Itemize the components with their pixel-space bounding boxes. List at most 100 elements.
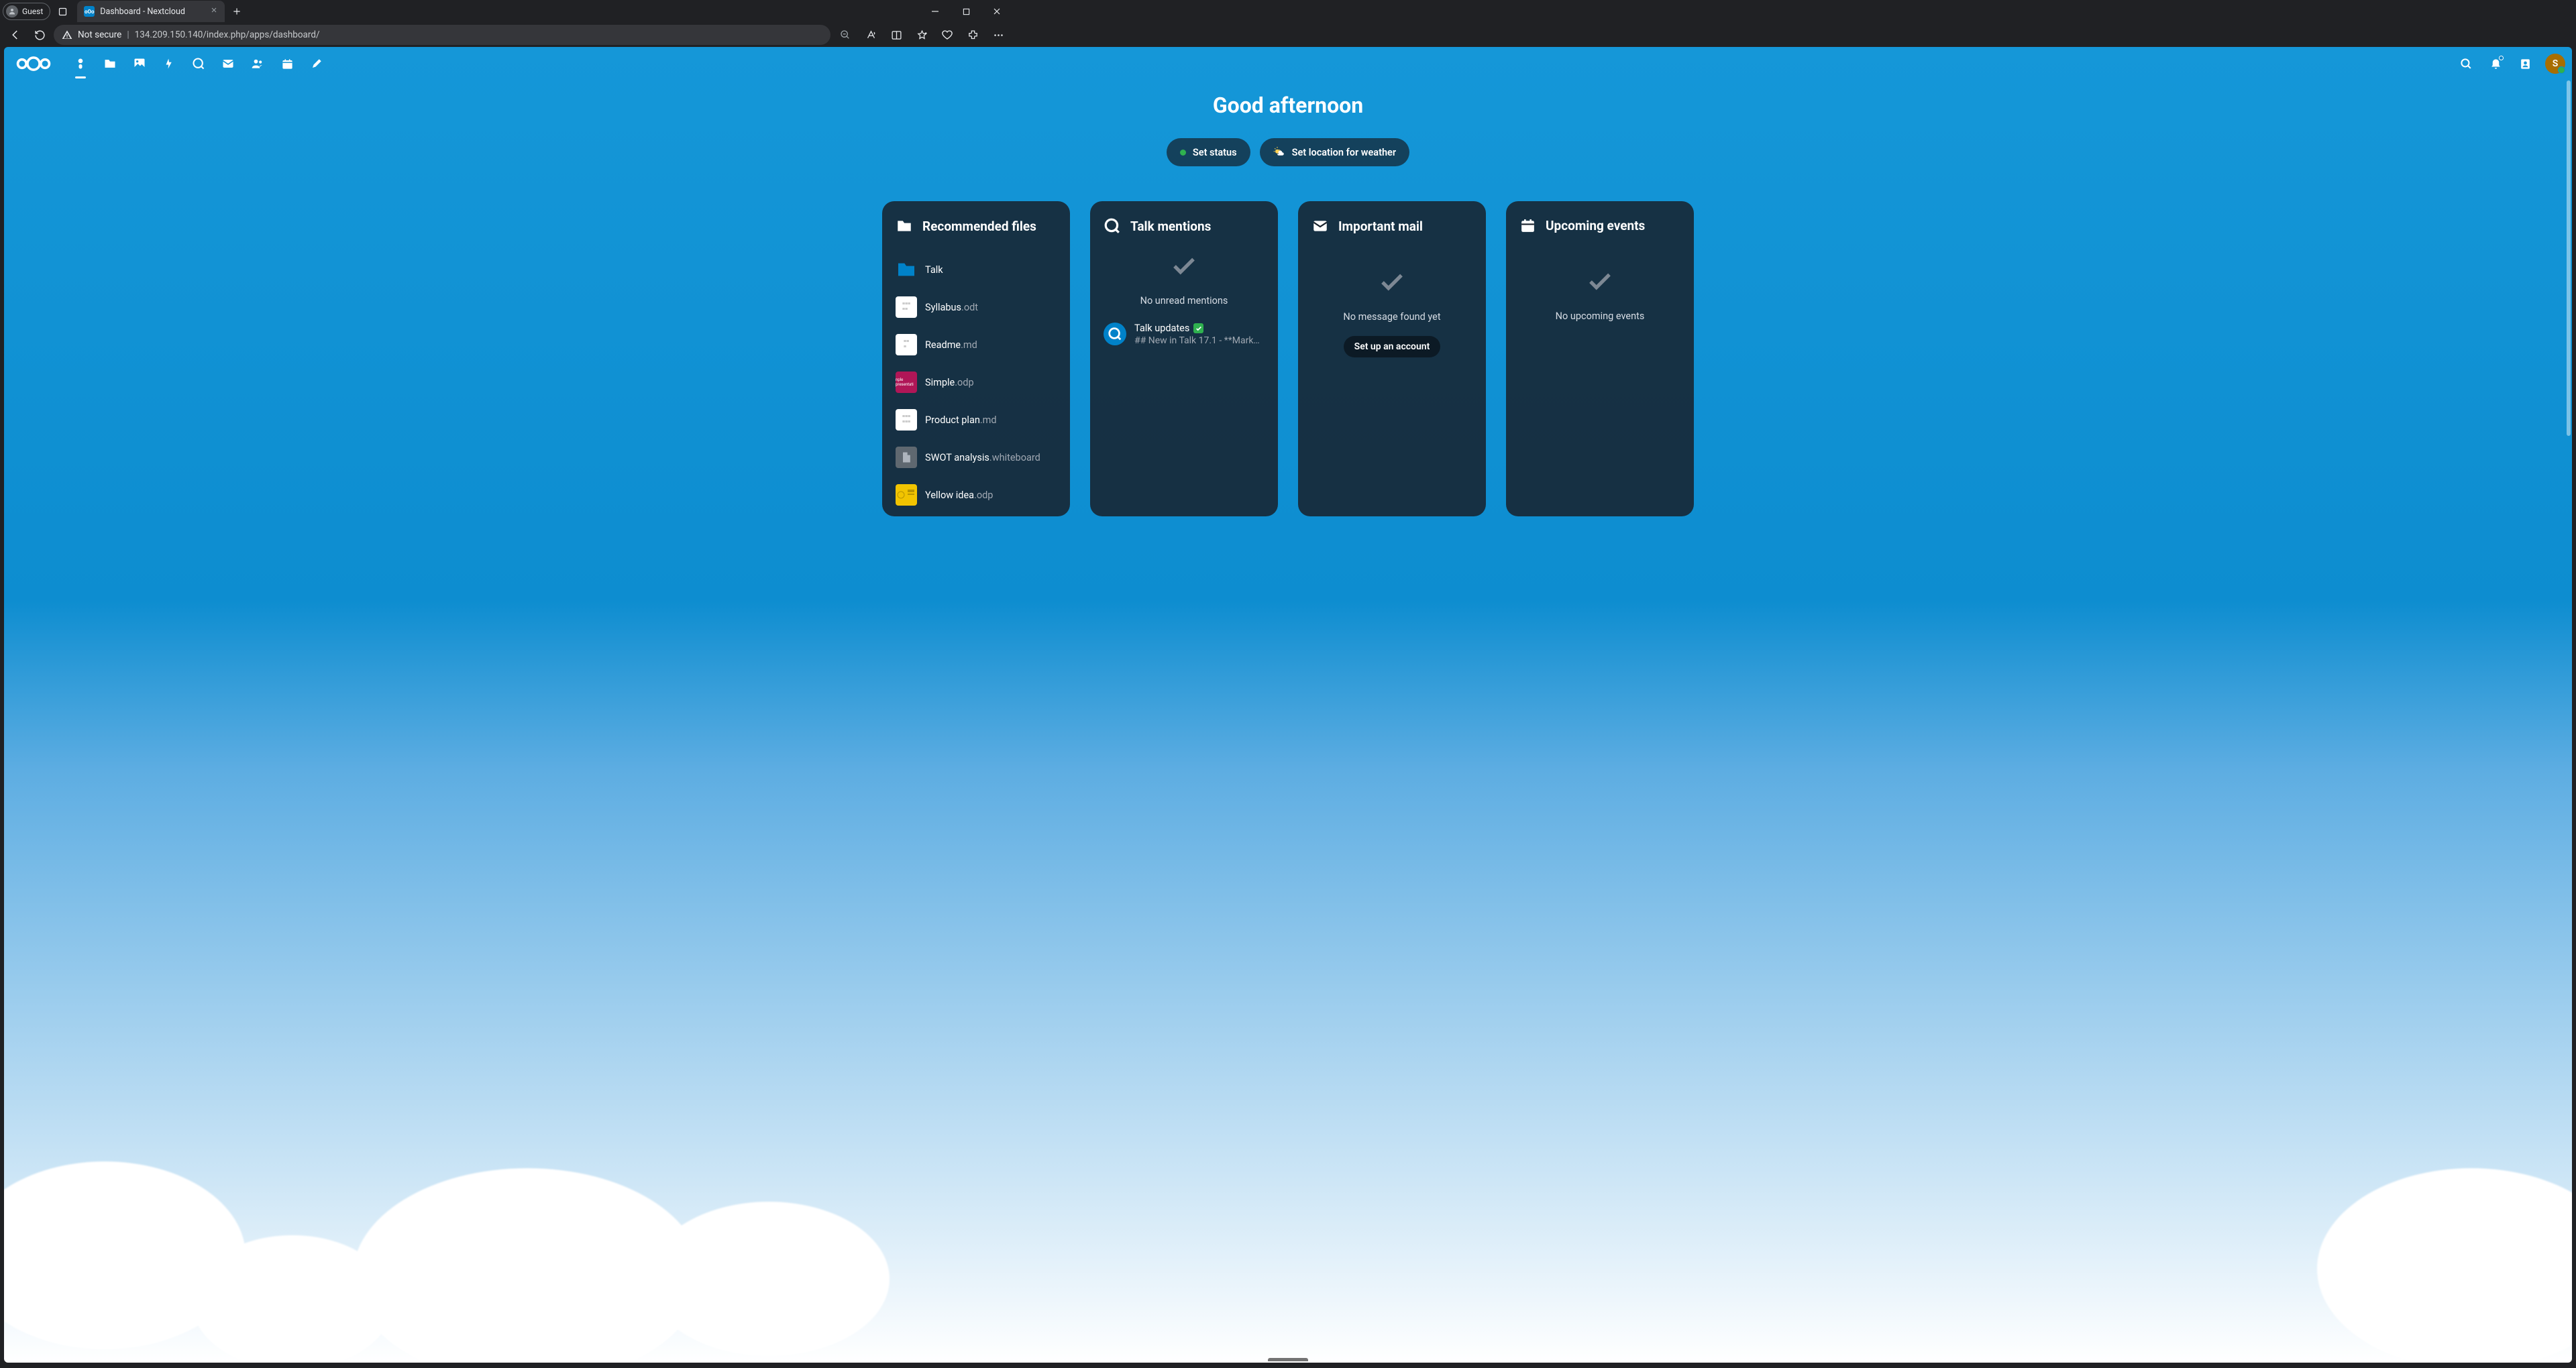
doc-thumb-icon: ≡≡≡≡≡≡ [896,409,917,431]
widget-title: Important mail [1338,219,1423,234]
file-item[interactable]: Talk [896,252,1057,287]
widget-talk-mentions: Talk mentions No unread mentions Talk up… [1090,201,1278,516]
check-icon [1586,268,1614,298]
widget-header: Recommended files [896,217,1057,235]
presentation-thumb-icon: nple presentati [896,372,917,393]
widget-title: Upcoming events [1546,218,1645,233]
app-contacts[interactable] [244,50,271,77]
app-notes[interactable] [303,50,330,77]
bottom-handle[interactable] [1268,1358,1308,1361]
talk-avatar-icon [1104,323,1126,345]
split-screen-icon[interactable] [885,25,907,45]
zoom-icon[interactable] [835,25,856,45]
guest-label: Guest [22,7,43,16]
url-separator: | [127,30,129,40]
app-calendar[interactable] [274,50,301,77]
dashboard-content: Good afternoon Set status Set location f… [4,80,2572,1363]
tab-overview-button[interactable] [53,2,72,21]
maximize-button[interactable] [951,1,981,21]
new-tab-button[interactable] [227,2,246,21]
favorites-icon[interactable] [911,25,932,45]
empty-text: No unread mentions [1140,295,1228,306]
more-icon[interactable] [987,25,1009,45]
mention-title-row: Talk updates [1134,323,1265,334]
doc-thumb-icon: ≡≡≡≡≡ [896,296,917,318]
app-talk[interactable] [185,50,212,77]
widget-important-mail: Important mail No message found yet Set … [1298,201,1486,516]
notifications-button[interactable] [2482,50,2509,77]
nextcloud-page: S Good afternoon Set status Set location… [4,47,2572,1363]
file-item[interactable]: Yellow idea.odp [896,477,1057,512]
check-icon [1170,252,1198,283]
extensions-icon[interactable] [962,25,983,45]
widget-title: Recommended files [922,219,1036,234]
nextcloud-apps [67,50,330,77]
weather-icon [1273,145,1285,160]
widget-recommended-files: Recommended files Talk ≡≡≡≡≡ Syllabus.od… [882,201,1070,516]
scrollbar[interactable] [2567,80,2571,436]
widget-header: Talk mentions [1104,217,1265,235]
collections-icon[interactable] [936,25,958,45]
widget-header: Upcoming events [1519,217,1680,234]
doc-thumb-icon: ≡≡≡ [896,334,917,355]
file-item[interactable]: SWOT analysis.whiteboard [896,440,1057,475]
folder-thumb-icon [896,259,917,280]
empty-state: No unread mentions [1104,252,1265,306]
browser-tab[interactable]: oOo Dashboard - Nextcloud [77,1,225,22]
guest-avatar-icon [6,5,18,17]
set-status-label: Set status [1193,147,1237,158]
app-mail[interactable] [215,50,241,77]
status-row: Set status Set location for weather [4,138,2572,166]
tab-title: Dashboard - Nextcloud [100,7,185,17]
window-controls [920,1,1012,21]
empty-state: No upcoming events [1519,268,1680,322]
file-item[interactable]: ≡≡≡≡≡ Syllabus.odt [896,290,1057,325]
file-item[interactable]: nple presentati Simple.odp [896,365,1057,400]
set-weather-label: Set location for weather [1292,147,1396,158]
browser-titlebar: Guest oOo Dashboard - Nextcloud [0,0,1014,23]
widget-title: Talk mentions [1130,219,1211,234]
minimize-button[interactable] [920,1,950,21]
nextcloud-favicon-icon: oOo [84,6,95,17]
close-tab-button[interactable] [210,6,218,17]
reload-button[interactable] [30,25,50,45]
app-photos[interactable] [126,50,153,77]
security-label: Not secure [78,30,121,40]
empty-text: No upcoming events [1556,310,1645,322]
verified-badge-icon [1193,323,1203,333]
guest-profile-button[interactable]: Guest [3,3,50,20]
file-item[interactable]: ≡≡≡ Readme.md [896,327,1057,362]
read-aloud-icon[interactable] [860,25,881,45]
header-right: S [2453,50,2565,77]
addressbar[interactable]: Not secure | 134.209.150.140/index.php/a… [54,25,830,45]
contacts-menu-button[interactable] [2512,50,2538,77]
user-avatar[interactable]: S [2545,54,2565,74]
app-dashboard[interactable] [67,50,94,77]
mention-subtitle: ## New in Talk 17.1 - **Markdo... [1134,335,1265,346]
mention-title: Talk updates [1134,323,1189,334]
nextcloud-logo[interactable] [15,54,52,73]
setup-account-button[interactable]: Set up an account [1344,336,1441,357]
search-button[interactable] [2453,50,2479,77]
talk-icon [1104,217,1121,235]
warning-icon [62,30,72,40]
app-files[interactable] [97,50,123,77]
file-list: Talk ≡≡≡≡≡ Syllabus.odt ≡≡≡ Readme.md np… [896,252,1057,512]
back-button[interactable] [5,25,25,45]
url-text: 134.209.150.140/index.php/apps/dashboard… [135,30,320,40]
online-dot-icon [1180,150,1186,156]
presentation-thumb-icon [896,484,917,506]
calendar-icon [1519,217,1536,234]
mention-item[interactable]: Talk updates ## New in Talk 17.1 - **Mar… [1104,323,1265,346]
set-weather-button[interactable]: Set location for weather [1260,138,1409,166]
app-activity[interactable] [156,50,182,77]
empty-text: No message found yet [1343,311,1440,323]
widget-upcoming-events: Upcoming events No upcoming events [1506,201,1694,516]
folder-icon [896,217,913,235]
check-icon [1378,268,1406,299]
close-window-button[interactable] [982,1,1012,21]
file-item[interactable]: ≡≡≡≡≡≡ Product plan.md [896,402,1057,437]
nextcloud-header: S [4,47,2572,80]
set-status-button[interactable]: Set status [1167,138,1250,166]
mail-icon [1311,217,1329,235]
